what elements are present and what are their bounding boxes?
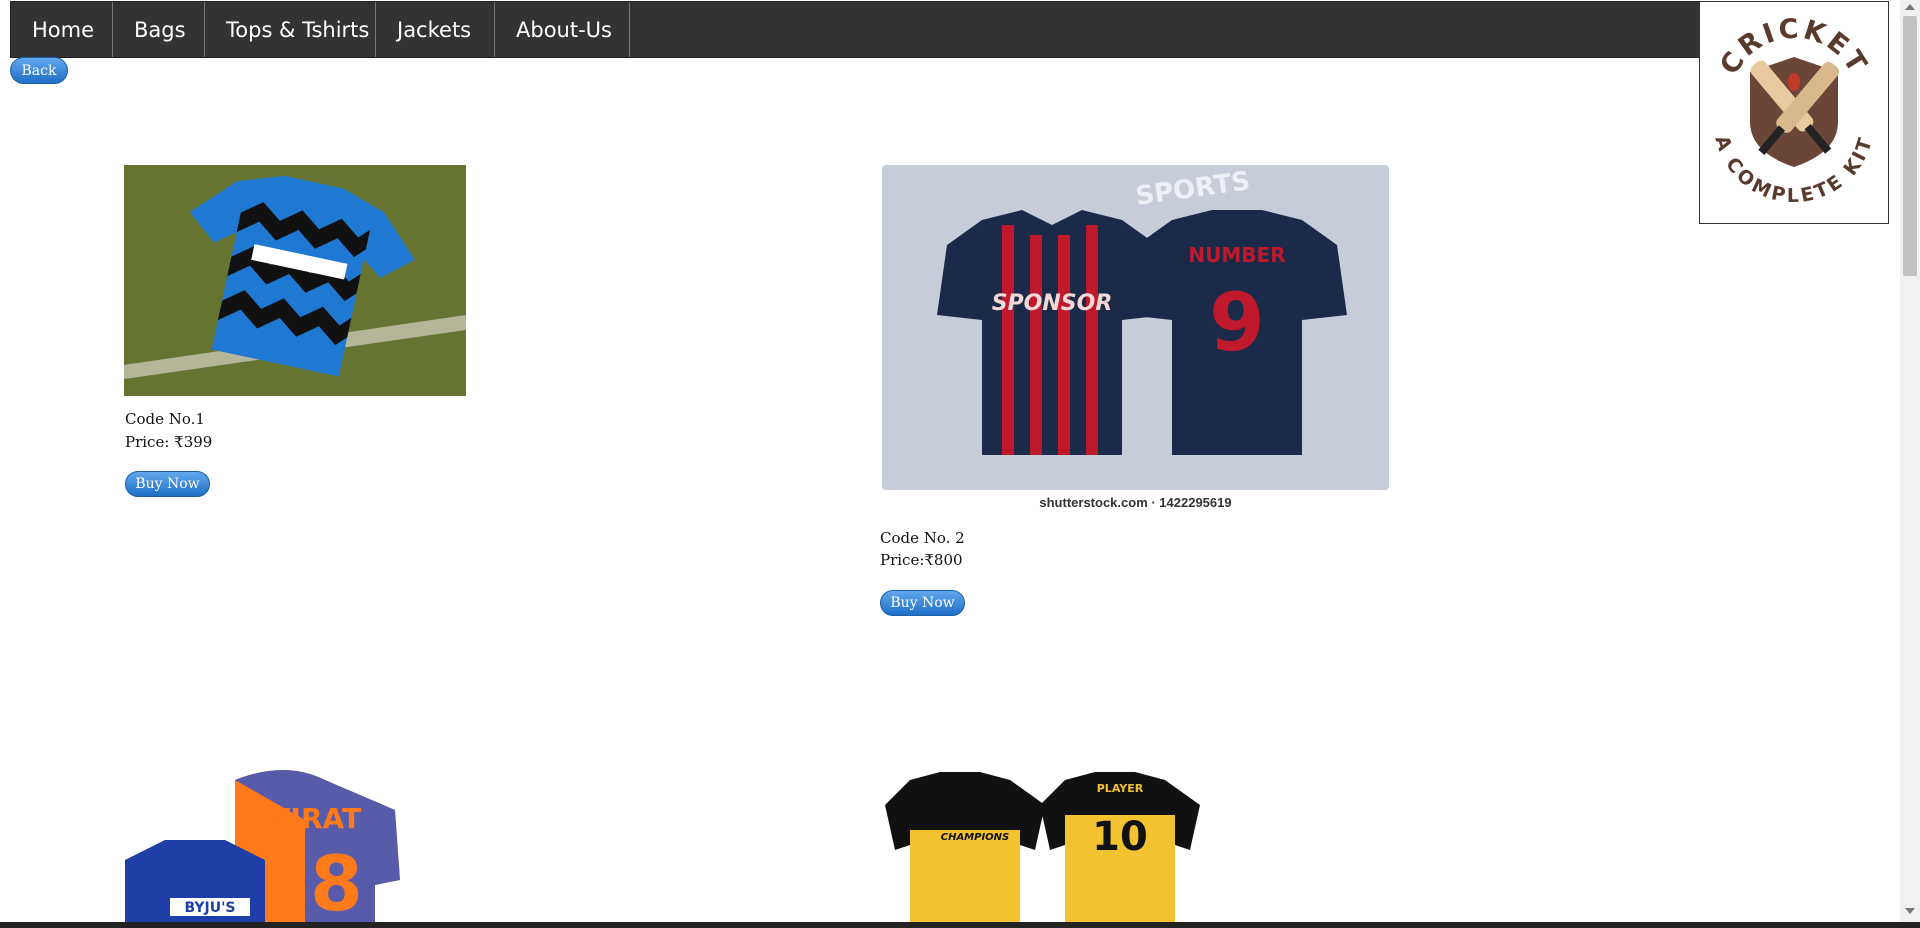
svg-text:9: 9 — [1209, 276, 1265, 369]
cricket-logo-icon: CRICKET A COMPLETE KIT — [1710, 14, 1874, 208]
back-button[interactable]: Back — [10, 57, 68, 84]
scrollbar-thumb[interactable] — [1903, 16, 1917, 276]
site-logo[interactable]: CRICKET A COMPLETE KIT — [1699, 1, 1889, 224]
svg-text:CHAMPIONS: CHAMPIONS — [941, 832, 1010, 843]
svg-text:BYJU'S: BYJU'S — [185, 900, 236, 916]
scroll-up-arrow-icon[interactable] — [1905, 4, 1915, 10]
top-nav-bar: Home Bags Tops & Tshirts Jackets About-U… — [10, 1, 1700, 58]
product-image-3[interactable]: VIRAT 18 BYJU'S — [125, 760, 405, 922]
scroll-down-arrow-icon[interactable] — [1905, 908, 1915, 914]
product-price-1: Price: ₹399 — [125, 433, 213, 451]
svg-text:SPONSOR: SPONSOR — [992, 291, 1113, 316]
product-code-2: Code No. 2 — [880, 529, 965, 547]
image-caption-2: shutterstock.com · 1422295619 — [1039, 495, 1232, 510]
svg-text:18: 18 — [257, 839, 363, 922]
nav-item-about-us[interactable]: About-Us — [495, 2, 630, 57]
svg-text:PLAYER: PLAYER — [1097, 782, 1144, 795]
nav-item-jackets[interactable]: Jackets — [376, 2, 495, 57]
nav-item-bags[interactable]: Bags — [113, 2, 205, 57]
buy-now-button-1[interactable]: Buy Now — [125, 471, 210, 497]
svg-text:10: 10 — [1092, 814, 1148, 860]
product-image-2[interactable]: SPORTS SPONSOR NUMBER 9 — [882, 165, 1389, 490]
product-image-1[interactable] — [124, 165, 466, 396]
svg-text:NUMBER: NUMBER — [1188, 243, 1285, 267]
buy-now-button-2[interactable]: Buy Now — [880, 590, 965, 616]
nav-item-tops-tshirts[interactable]: Tops & Tshirts — [205, 2, 376, 57]
nav-item-home[interactable]: Home — [11, 2, 113, 57]
product-image-4[interactable]: CHAMPIONS PLAYER 10 — [880, 760, 1210, 922]
bottom-edge-bar — [0, 922, 1920, 928]
product-price-2: Price:₹800 — [880, 551, 963, 569]
svg-text:VIRAT: VIRAT — [269, 802, 361, 835]
product-code-1: Code No.1 — [125, 410, 205, 428]
vertical-scrollbar[interactable] — [1900, 0, 1920, 928]
